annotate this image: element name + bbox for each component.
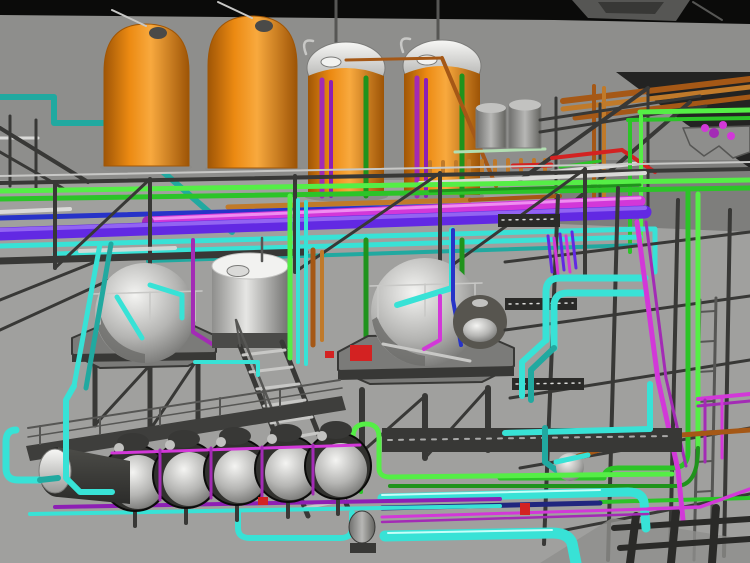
red-valve xyxy=(520,503,530,515)
day-tank-skirt xyxy=(212,333,288,348)
tank1-vent xyxy=(149,27,167,39)
cyan-mid-right xyxy=(505,429,650,433)
drum-1 xyxy=(476,108,506,148)
magenta-fitting-3 xyxy=(719,121,727,129)
red-box xyxy=(350,345,372,361)
storage-tank-orange-1 xyxy=(104,24,189,166)
tank4-manhole xyxy=(417,55,437,65)
grate-bar-v3 xyxy=(712,508,716,563)
filter-vessel-nozzle xyxy=(472,299,488,307)
plant-model-geometry xyxy=(0,0,750,563)
tr-green-2 xyxy=(628,118,750,120)
mixer-3-motor xyxy=(216,437,226,447)
drum-1-top xyxy=(476,103,506,113)
mixer-2-motor xyxy=(165,440,175,450)
pump-body xyxy=(349,511,375,543)
tank2-vent xyxy=(255,20,273,32)
mixer-4-motor xyxy=(267,434,277,444)
row-red-valve xyxy=(258,497,268,505)
grate-bar-v2 xyxy=(671,512,676,563)
storage-tank-orange-2 xyxy=(208,16,297,168)
overhead-hopper-inner xyxy=(598,2,664,14)
magenta-fitting-2 xyxy=(709,128,719,138)
magenta-fitting-4 xyxy=(727,132,735,140)
ladder-rung-1 xyxy=(699,311,715,312)
day-tank-top xyxy=(212,253,288,279)
mixer-5-motor xyxy=(317,431,327,441)
drum-2 xyxy=(509,105,541,148)
grating-strip-1 xyxy=(498,214,560,227)
tank3-manhole xyxy=(321,57,341,67)
pump-base xyxy=(350,543,376,553)
day-tank-manhole xyxy=(227,266,249,277)
plant-3d-scene xyxy=(0,0,750,563)
filter-vessel-face xyxy=(463,318,497,342)
plant-3d-viewport[interactable] xyxy=(0,0,750,563)
hcyl-cyan-stub xyxy=(40,478,58,480)
tr-green-1 xyxy=(640,110,750,112)
red-box-small xyxy=(325,351,334,358)
drum-2-top xyxy=(509,100,541,111)
tank-bridge-pipe xyxy=(346,58,442,60)
magenta-fitting-1 xyxy=(701,124,709,132)
ladder-rung-7 xyxy=(695,491,711,492)
mixer-5-face xyxy=(315,443,367,497)
